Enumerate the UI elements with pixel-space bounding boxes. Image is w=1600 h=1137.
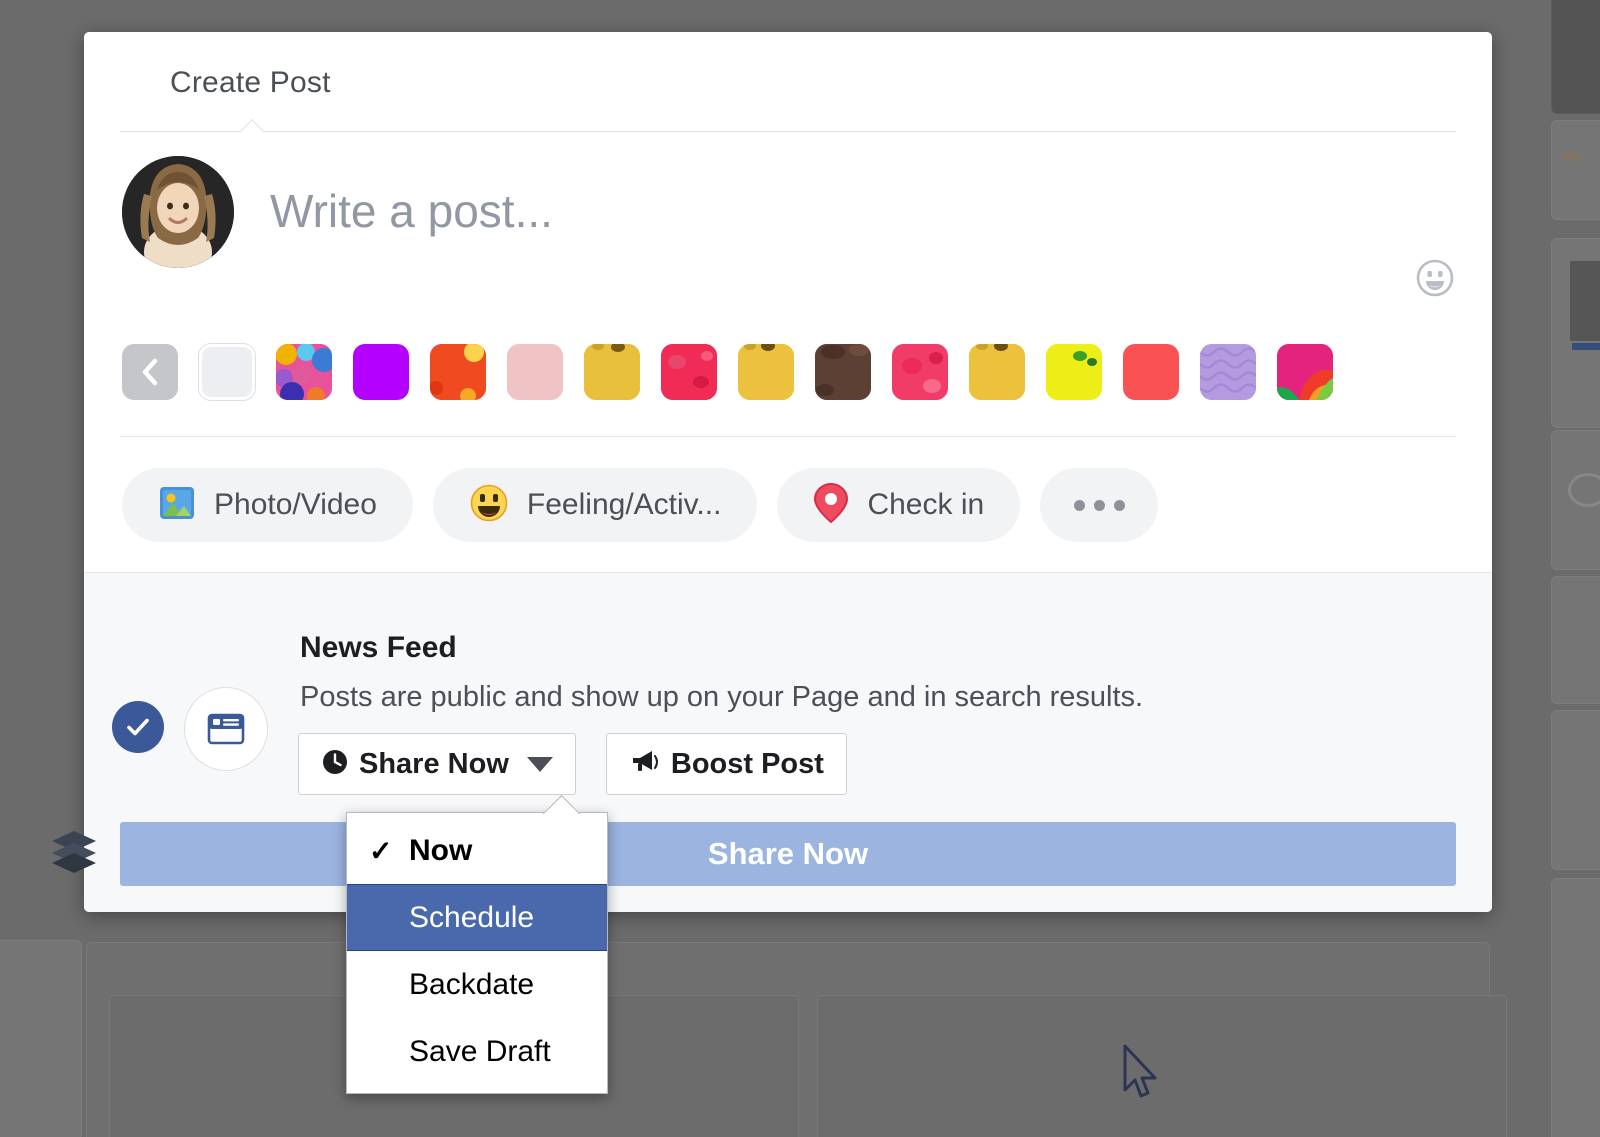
bg-oval-shape: [1568, 473, 1600, 507]
location-pin-icon: [813, 482, 849, 529]
composer-divider: [120, 436, 1456, 437]
create-post-dialog: Create Post Write a post... Photo/Video …: [84, 32, 1492, 912]
dialog-tabbar: Create Post: [84, 32, 1492, 132]
menu-item-backdate-label: Backdate: [409, 967, 535, 1001]
dropdown-arrow: [541, 793, 581, 814]
bg-sidebar-header: [1551, 0, 1600, 114]
checkmark-icon: ✓: [369, 835, 393, 866]
share-now-label: Share Now: [359, 747, 509, 780]
smiley-face-icon[interactable]: [1414, 257, 1456, 299]
destination-buttons: Share Now Boost Post: [298, 733, 847, 795]
bg-sidebar-card-2: [1551, 238, 1600, 428]
smiley-icon: [469, 483, 509, 528]
swatch-orange-flame[interactable]: [430, 344, 486, 400]
background-picker-row: [122, 344, 1333, 400]
swatch-gold-yellow-3[interactable]: [969, 344, 1025, 400]
bg-sidebar-card-6: [1551, 878, 1600, 1137]
boost-post-button[interactable]: Boost Post: [605, 733, 847, 795]
avatar[interactable]: [122, 156, 234, 268]
menu-item-save-draft-label: Save Draft: [409, 1034, 551, 1068]
check-in-label: Check in: [867, 488, 985, 521]
bg-sidebar-card-1: [1551, 120, 1600, 220]
caret-down-icon: [526, 756, 553, 772]
bg-left-card: [0, 940, 82, 1137]
bg-sidebar-card-3: [1551, 430, 1600, 570]
ellipsis-icon: [1073, 499, 1125, 511]
photo-video-button[interactable]: Photo/Video: [122, 468, 413, 542]
composer-row: Write a post...: [84, 132, 1492, 268]
menu-item-schedule-label: Schedule: [409, 900, 535, 934]
layers-icon[interactable]: [50, 828, 98, 874]
feeling-activity-button[interactable]: Feeling/Activ...: [432, 468, 758, 542]
menu-item-backdate[interactable]: Backdate: [347, 951, 607, 1018]
swatch-no-background[interactable]: [199, 344, 255, 400]
image-icon: [158, 484, 196, 527]
menu-item-now-label: Now: [409, 833, 473, 867]
bg-scribble-text: [1570, 261, 1600, 341]
tab-active-notch: [236, 115, 268, 132]
swatch-gradient-confetti[interactable]: [276, 344, 332, 400]
tab-create-post[interactable]: Create Post: [170, 66, 331, 100]
feeling-activity-label: Feeling/Activ...: [526, 488, 722, 521]
megaphone-icon: [629, 748, 661, 781]
more-options-button[interactable]: [1040, 468, 1159, 542]
destination-checkbox[interactable]: [112, 701, 164, 753]
bg-blue-underline: [1572, 343, 1600, 350]
share-timing-dropdown-menu: ✓ Now Schedule Backdate Save Draft: [346, 812, 608, 1094]
bg-scribble: [1564, 153, 1580, 161]
swatch-gold-yellow-2[interactable]: [738, 344, 794, 400]
bg-sidebar-card-5: [1551, 710, 1600, 870]
share-now-dropdown-button[interactable]: Share Now: [298, 733, 576, 795]
menu-item-save-draft[interactable]: Save Draft: [347, 1018, 607, 1085]
bg-bottom-panel: [86, 942, 1507, 1137]
attachment-buttons: Photo/Video Feeling/Activ... Check in: [122, 468, 1159, 542]
swatch-lime-yellow[interactable]: [1046, 344, 1102, 400]
swatch-pink-texture[interactable]: [892, 344, 948, 400]
menu-item-now[interactable]: ✓ Now: [347, 817, 607, 884]
swatch-crimson-texture[interactable]: [661, 344, 717, 400]
swatch-rainbow-magenta[interactable]: [1277, 344, 1333, 400]
bg-bottom-inner-right: [817, 995, 1507, 1137]
swatch-lavender-pattern[interactable]: [1200, 344, 1256, 400]
chevron-left-icon[interactable]: [122, 344, 178, 400]
menu-item-schedule[interactable]: Schedule: [347, 884, 607, 951]
post-placeholder[interactable]: Write a post...: [270, 184, 553, 238]
photo-video-label: Photo/Video: [214, 488, 377, 521]
mouse-pointer: [1122, 1044, 1162, 1107]
boost-post-label: Boost Post: [670, 747, 824, 780]
swatch-gold-yellow[interactable]: [584, 344, 640, 400]
swatch-purple-solid[interactable]: [353, 344, 409, 400]
swatch-pale-pink[interactable]: [507, 344, 563, 400]
news-feed-icon: [184, 687, 268, 771]
screen: Create Post Write a post... Photo/Video …: [0, 0, 1600, 1137]
swatch-brown-texture[interactable]: [815, 344, 871, 400]
destination-description: Posts are public and show up on your Pag…: [300, 681, 1144, 713]
share-now-submit-button[interactable]: Share Now: [120, 822, 1456, 886]
share-now-submit-label: Share Now: [707, 836, 869, 871]
check-in-button[interactable]: Check in: [777, 468, 1021, 542]
bg-sidebar-card-4: [1551, 576, 1600, 704]
destination-title: News Feed: [300, 631, 457, 664]
swatch-coral-red[interactable]: [1123, 344, 1179, 400]
clock-icon: [321, 748, 349, 781]
